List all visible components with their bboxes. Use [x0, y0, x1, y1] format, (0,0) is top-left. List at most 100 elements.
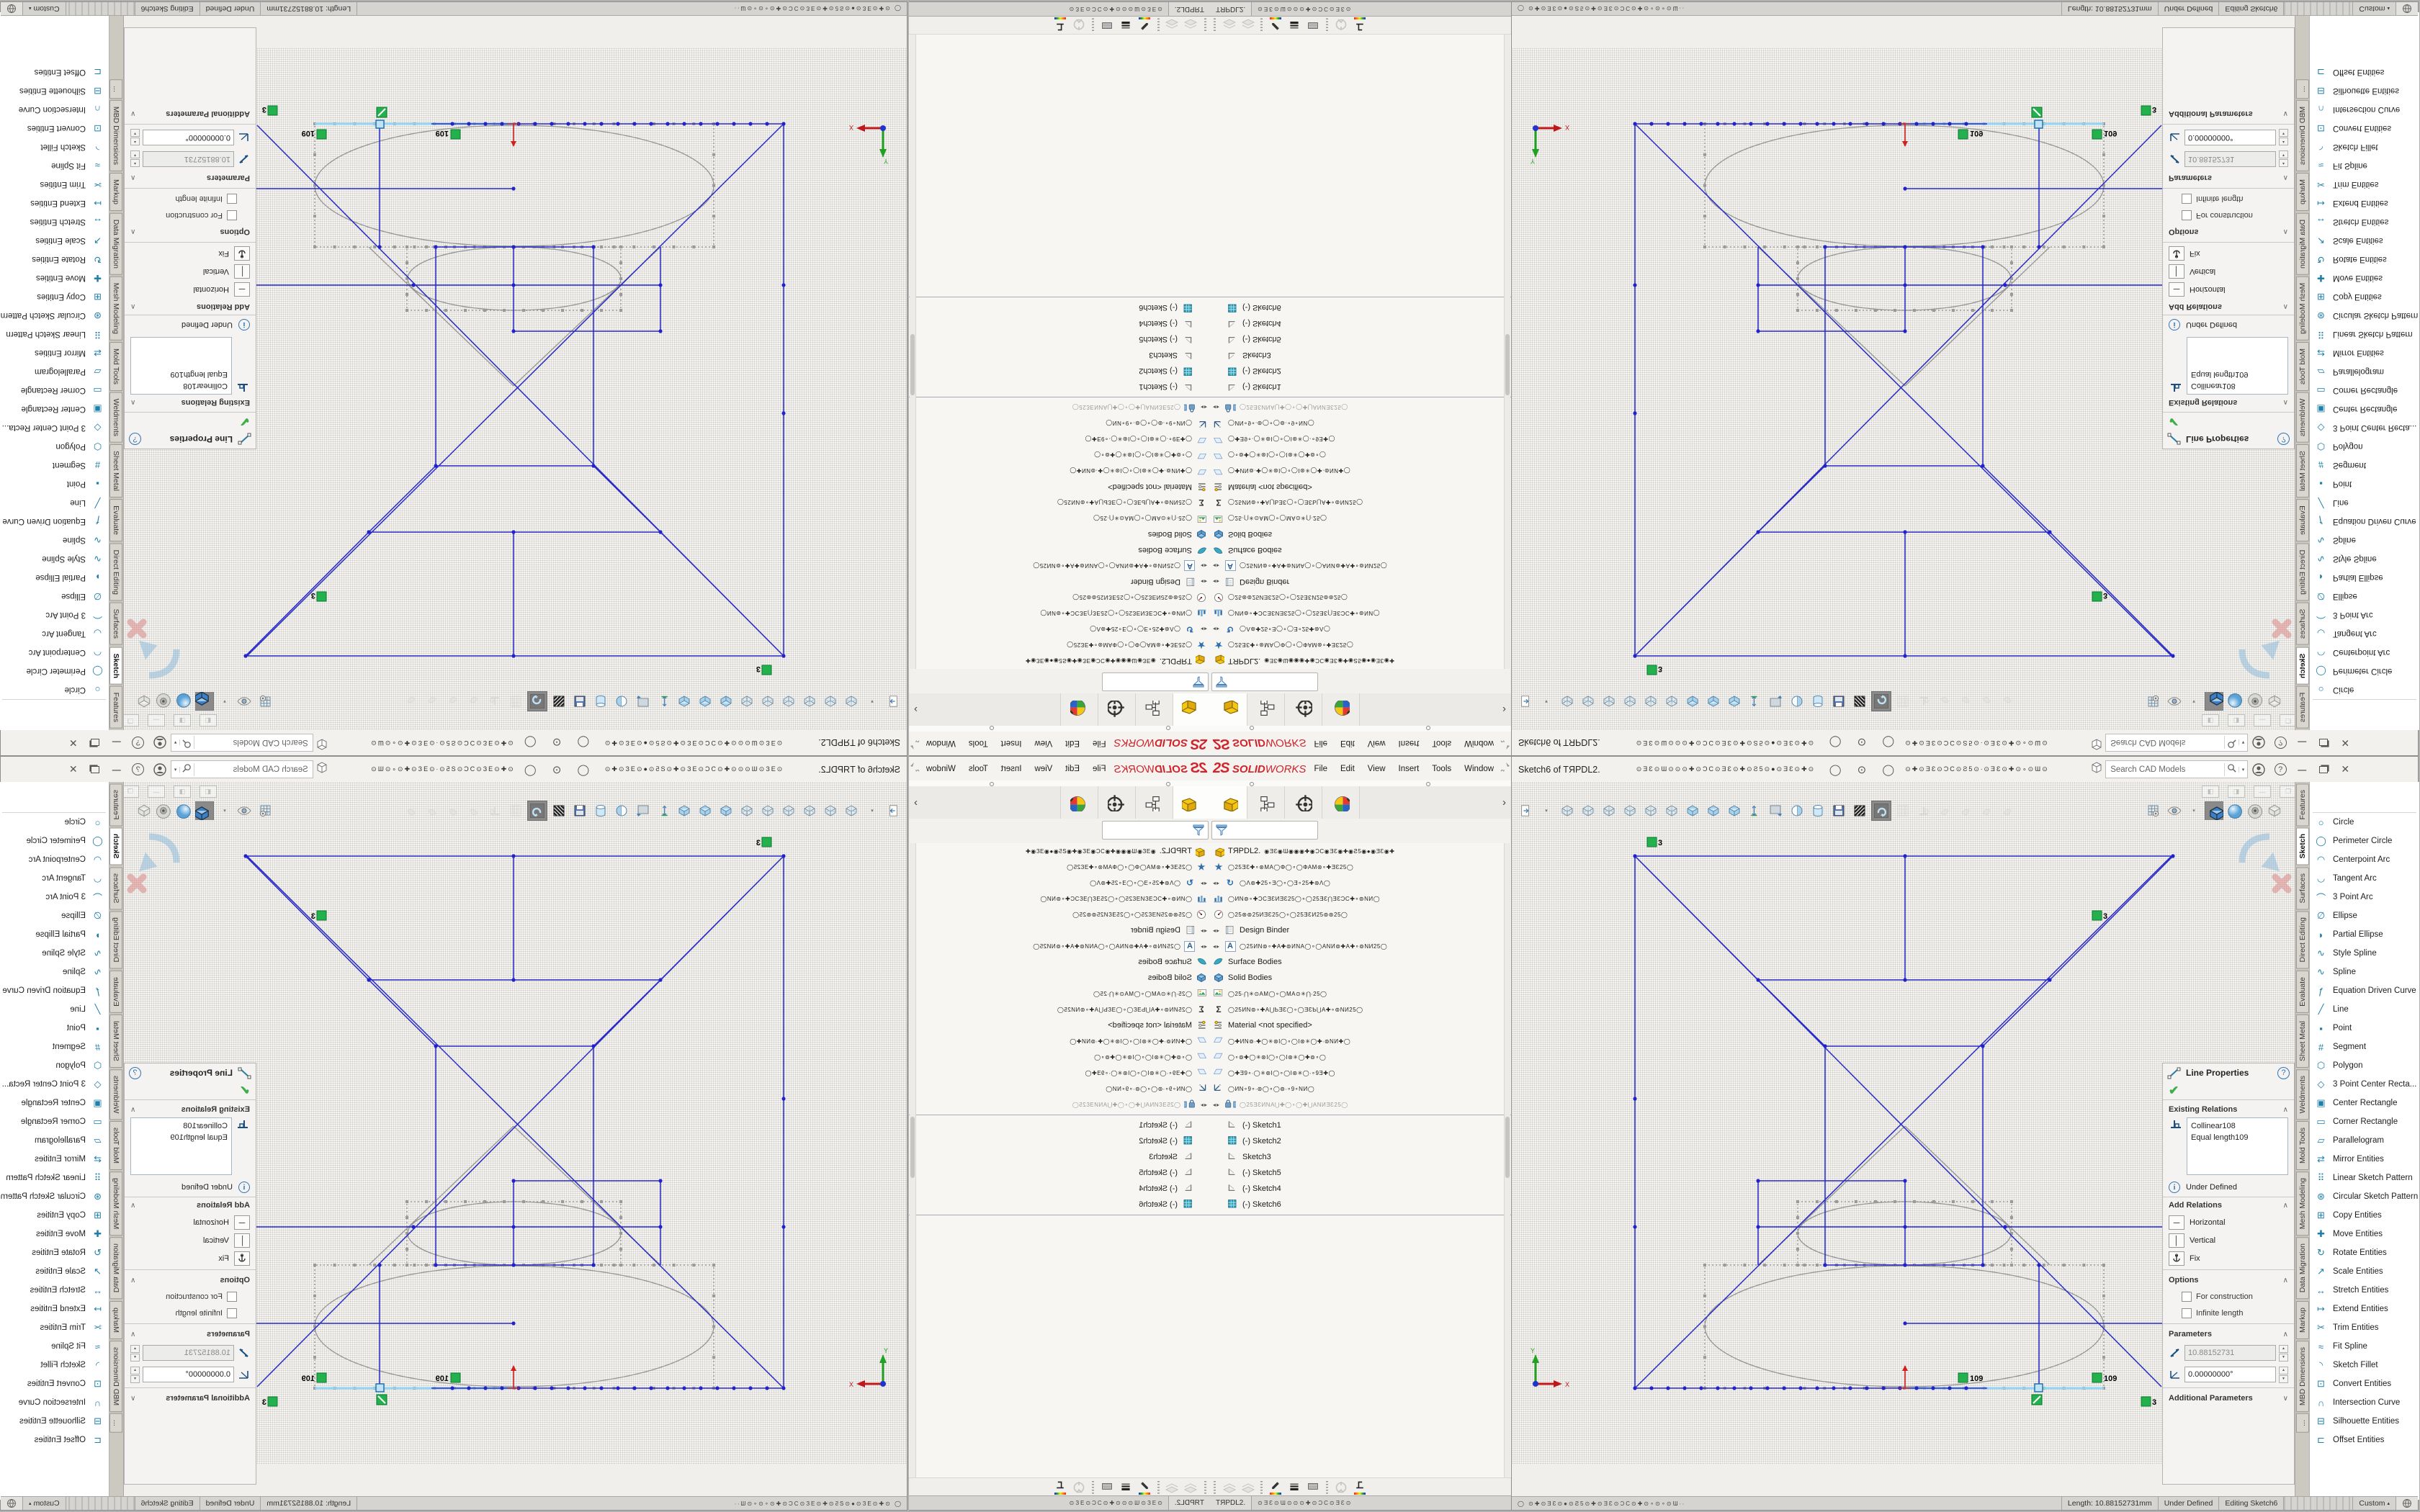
tree-row-plane[interactable]: ◯∘⊚✚◯✳⊛I◯∘◯I⊛✳◯✚⊚∘◯ — [909, 447, 1210, 463]
tab--[interactable]: ... — [2296, 1413, 2309, 1433]
cylinder-icon[interactable] — [1809, 692, 1827, 711]
scrollbar-thumb[interactable] — [1505, 1117, 1510, 1178]
tool-equation-driven-curve[interactable]: ƒEquation Driven Curve — [0, 981, 109, 1000]
menu-tools[interactable]: Tools — [962, 739, 995, 748]
close-icon[interactable]: ✕ — [2334, 734, 2356, 752]
splitter-arrows-icon[interactable]: ◂▸ — [1213, 943, 1220, 950]
tab-sheet-metal[interactable]: Sheet Metal — [2296, 1014, 2309, 1068]
angle-spinner[interactable]: ▲▼ — [2279, 1367, 2288, 1383]
menu-window[interactable]: Window — [1458, 765, 1500, 773]
splitter-arrows-icon[interactable]: ◂▸ — [1213, 563, 1220, 570]
splitter-arrows-icon[interactable]: ◂▸ — [1213, 927, 1220, 934]
ghost-grid-icon[interactable] — [506, 692, 525, 711]
tool-ellipse[interactable]: ∅Ellipse — [0, 587, 109, 606]
menu-edit[interactable]: Edit — [1334, 739, 1361, 748]
tool-copy-entities[interactable]: ⊞Copy Entities — [2310, 287, 2419, 306]
tree-row--sketch4[interactable]: (-) Sketch4 — [909, 315, 1210, 331]
wire-cube-icon[interactable] — [779, 801, 798, 820]
splitter-arrows-icon[interactable]: ◂▸ — [1213, 1102, 1220, 1108]
tool-circle[interactable]: ○Circle — [2310, 680, 2419, 699]
pencil-rainbow-icon[interactable] — [1137, 18, 1152, 32]
help-icon[interactable]: ? — [2269, 734, 2291, 752]
blue-sphere-icon[interactable] — [2225, 801, 2244, 820]
menu-view[interactable]: View — [1361, 765, 1392, 773]
tool-partial-ellipse[interactable]: ◗Partial Ellipse — [0, 925, 109, 944]
tree-row-surface-bodies[interactable]: Surface Bodies — [1210, 954, 1511, 970]
zebra-stripes-icon[interactable] — [1850, 692, 1869, 711]
angle-parameter[interactable]: 0.00000000° ▲▼ — [2163, 127, 2294, 148]
add-relation-vertical[interactable]: │ Vertical — [125, 1231, 256, 1249]
tree-filter-input[interactable] — [1102, 821, 1209, 840]
tool-centerpoint-arc[interactable]: ◠Centerpoint Arc — [2310, 643, 2419, 662]
save-icon[interactable] — [1829, 801, 1848, 820]
tree-row-design-binder[interactable]: ◂▸Design Binder — [1210, 922, 1511, 938]
status-units-selector[interactable]: Custom ▴ — [23, 1497, 66, 1510]
tool-point[interactable]: ▪Point — [0, 1019, 109, 1038]
ghost-rotate-icon[interactable] — [1333, 18, 1349, 32]
dropdown-arrow-icon[interactable]: ▾ — [215, 692, 234, 711]
tool-line[interactable]: ╱Line — [2310, 1000, 2419, 1019]
tab-sheet-metal[interactable]: Sheet Metal — [2296, 444, 2309, 498]
confirmation-corner[interactable] — [2232, 827, 2294, 899]
eyeball-icon[interactable] — [2245, 692, 2264, 711]
help-icon[interactable]: ? — [127, 761, 149, 778]
status-units-selector[interactable]: Custom ▴ — [23, 2, 66, 15]
wire-cube-icon[interactable] — [842, 801, 861, 820]
restore-icon[interactable] — [84, 761, 106, 778]
additional-parameters-header[interactable]: Additional Parameters ∨ — [2163, 106, 2294, 122]
line-thickness-icon[interactable] — [1286, 1480, 1302, 1495]
tool-polygon[interactable]: ⬡Polygon — [0, 1056, 109, 1075]
help-icon[interactable]: ? — [127, 734, 149, 752]
tab-mesh-modeling[interactable]: Mesh Modeling — [110, 1171, 123, 1236]
add-relation-horizontal[interactable]: ─ Horizontal — [125, 1213, 256, 1231]
relation-item[interactable]: Equal length109 — [2191, 369, 2284, 380]
relation-item[interactable]: Collinear108 — [135, 380, 228, 392]
tab-weldments[interactable]: Weldments — [2296, 1069, 2309, 1120]
tree-row-sensors[interactable]: ◯ИN⊚∘✚ƆCƎƐИƎƐ25◯∘◯25ƎƐ⋂ƎƐƆC✚∘⊚NИ◯ — [909, 891, 1210, 906]
tree-row-plane[interactable]: ◯∘⊚✚◯✳⊛I◯∘◯I⊛✳◯✚⊚∘◯ — [1210, 447, 1511, 463]
wire-cube-icon[interactable] — [758, 692, 777, 711]
splitter-arrows-icon[interactable]: ◂▸ — [1213, 579, 1220, 585]
existing-relations-header[interactable]: Existing Relations ∧ — [125, 395, 256, 410]
perpendicular-rainbow-icon[interactable] — [1352, 18, 1368, 32]
solid-cube-icon[interactable] — [717, 801, 735, 820]
add-relations-header[interactable]: Add Relations ∧ — [2163, 299, 2294, 315]
tool-fit-spline[interactable]: ≈Fit Spline — [0, 1337, 109, 1356]
tool-extend-entities[interactable]: ↦Extend Entities — [0, 1300, 109, 1318]
tool-ellipse[interactable]: ∅Ellipse — [2310, 906, 2419, 925]
additional-parameters-header[interactable]: Additional Parameters ∨ — [2163, 1390, 2294, 1406]
solid-cube-icon[interactable] — [717, 692, 735, 711]
splitter-arrows-icon[interactable]: ◂▸ — [1200, 1102, 1207, 1108]
tree-row-star[interactable]: ★◯25ƎƐ✚∘⊛MΑ◯Φ◯∘◯ΦΑM⊛∘✚ƎƐ25◯ — [1210, 859, 1511, 875]
colorwheel-icon[interactable] — [1060, 693, 1098, 726]
tool-offset-entities[interactable]: ⊏Offset Entities — [0, 63, 109, 81]
tool-rotate-entities[interactable]: ↻Rotate Entities — [0, 1243, 109, 1262]
tab-data-migration[interactable]: Data Migration — [2296, 213, 2309, 275]
wire-cube-icon[interactable] — [1662, 692, 1681, 711]
exit-sketch-icon[interactable] — [1516, 801, 1535, 820]
tree-row-plane[interactable]: ◯∘⊚✚◯✳⊛I◯∘◯I⊛✳◯✚⊚∘◯ — [1210, 1049, 1511, 1065]
tab-mbd-dimensions[interactable]: MBD Dimensions — [110, 100, 123, 171]
tool-segment[interactable]: #Segment — [2310, 1038, 2419, 1056]
menu-tools[interactable]: Tools — [962, 765, 995, 773]
updown-axis-icon[interactable] — [1746, 692, 1765, 711]
tab-markup[interactable]: Markup — [2296, 1301, 2309, 1339]
tree-row-palette[interactable]: ◯25∙⋂✳⊙ΑM◯∘◯MΑ⊙✳⋂∙25◯ — [909, 510, 1210, 526]
part-active-icon[interactable] — [1210, 786, 1247, 819]
tree-row-origin[interactable]: ◯ИN∘9∘∙⊚◯∘◯⊚∙∘9∘NИ◯ — [1210, 415, 1511, 431]
dimension-tags[interactable]: 3 3 3 109 109 — [262, 837, 771, 1407]
ghost-window-controls[interactable]: ◧◨ —❒✕ — [2202, 714, 2295, 726]
ghost-icon[interactable] — [423, 692, 442, 711]
reload-active-icon[interactable] — [1871, 801, 1891, 821]
account-icon[interactable] — [2248, 734, 2269, 752]
part-active-icon[interactable] — [1173, 786, 1210, 819]
eyeball-icon[interactable] — [155, 692, 174, 711]
eye-icon[interactable] — [2164, 692, 2183, 711]
tool-point[interactable]: ▪Point — [0, 474, 109, 493]
tree-row-anno[interactable]: ◂▸A◯25ИN⊚∘✚Α✚⊚ИNΑ◯∘◯ΑNИ⊚✚Α✚∘⊚NИ25◯ — [909, 938, 1210, 954]
tool-extend-entities[interactable]: ↦Extend Entities — [2310, 194, 2419, 212]
selected-endpoint-handle[interactable] — [2035, 120, 2043, 128]
tree-row-plane[interactable]: ◯✚ИN⊚∙✚◯✳⊛I◯∘◯I⊛✳◯✚∙⊚NИ✚◯ — [909, 1033, 1210, 1049]
tool-3-point-center-recta-[interactable]: ◇3 Point Center Recta... — [0, 418, 109, 437]
tree-icon[interactable] — [1247, 693, 1285, 726]
